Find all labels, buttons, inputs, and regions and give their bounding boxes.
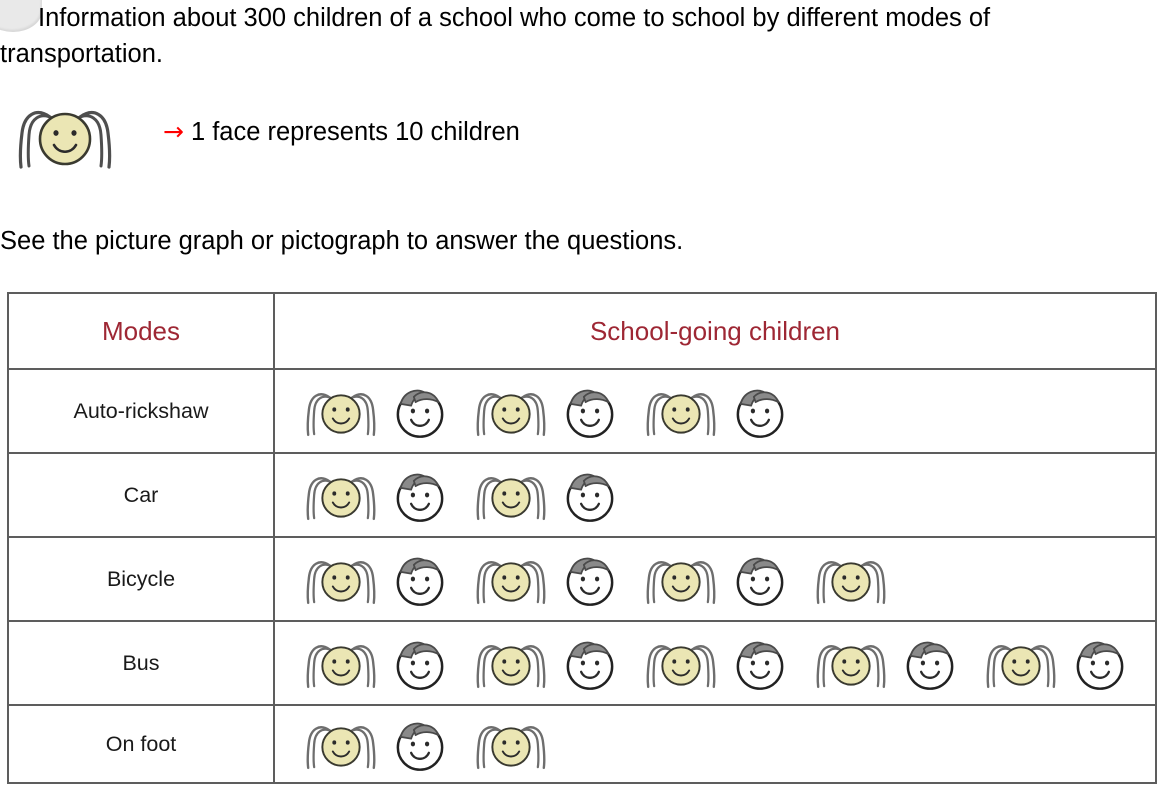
face-strip [297, 709, 1155, 779]
mode-label-auto-rickshaw: Auto-rickshaw [7, 368, 275, 454]
boy-face-icon [559, 376, 637, 446]
girl-face-icon [467, 709, 559, 779]
mode-label-bicycle: Bicycle [7, 536, 275, 622]
table-row: Car [7, 452, 1157, 538]
header-school-going-children: School-going children [273, 292, 1157, 370]
boy-face-icon [389, 376, 467, 446]
boy-face-icon [729, 376, 807, 446]
pictograph-table-body: Modes School-going children Auto-ricksha… [7, 292, 1157, 784]
boy-face-icon [899, 628, 977, 698]
pictograph-table: Modes School-going children Auto-ricksha… [7, 292, 1157, 784]
header-modes: Modes [7, 292, 275, 370]
girl-face-icon [297, 628, 389, 698]
girl-face-icon [637, 628, 729, 698]
arrow-right-icon: → [163, 117, 184, 146]
table-row: Bicycle [7, 536, 1157, 622]
girl-face-icon [467, 544, 559, 614]
mode-label-bus: Bus [7, 620, 275, 706]
face-strip [297, 460, 1155, 530]
face-strip [297, 376, 1155, 446]
legend: → 1 face represents 10 children [0, 99, 800, 169]
boy-face-icon [559, 628, 637, 698]
mode-label-on-foot: On foot [7, 704, 275, 784]
intro-paragraph: Information about 300 children of a scho… [0, 0, 1160, 72]
face-strip [297, 544, 1155, 614]
instruction-text: See the picture graph or pictograph to a… [0, 227, 684, 255]
girl-face-icon [467, 376, 559, 446]
legend-text: → 1 face represents 10 children [163, 115, 520, 149]
face-row-car [273, 452, 1157, 538]
face-strip [297, 628, 1155, 698]
table-header-row: Modes School-going children [7, 292, 1157, 370]
girl-face-icon [297, 709, 389, 779]
boy-face-icon [389, 460, 467, 530]
face-row-bus [273, 620, 1157, 706]
intro-line-1: Information about 300 children of a scho… [38, 4, 879, 32]
girl-face-icon [977, 628, 1069, 698]
girl-face-icon [297, 544, 389, 614]
table-row: Bus [7, 620, 1157, 706]
girl-face-icon [467, 460, 559, 530]
face-row-auto-rickshaw [273, 368, 1157, 454]
boy-face-icon [559, 544, 637, 614]
mode-label-car: Car [7, 452, 275, 538]
girl-face-icon [637, 376, 729, 446]
table-row: Auto-rickshaw [7, 368, 1157, 454]
girl-face-icon [807, 544, 899, 614]
boy-face-icon [729, 544, 807, 614]
boy-face-icon [389, 628, 467, 698]
girl-face-icon [297, 460, 389, 530]
face-row-on-foot [273, 704, 1157, 784]
boy-face-icon [559, 460, 637, 530]
girl-face-icon [637, 544, 729, 614]
girl-face-icon [807, 628, 899, 698]
girl-face-icon [297, 376, 389, 446]
girl-face-icon [467, 628, 559, 698]
boy-face-icon [1069, 628, 1147, 698]
boy-face-icon [389, 709, 467, 779]
legend-label: 1 face represents 10 children [190, 118, 520, 146]
boy-face-icon [729, 628, 807, 698]
girl-face-icon [6, 99, 124, 176]
boy-face-icon [389, 544, 467, 614]
face-row-bicycle [273, 536, 1157, 622]
table-row: On foot [7, 704, 1157, 784]
